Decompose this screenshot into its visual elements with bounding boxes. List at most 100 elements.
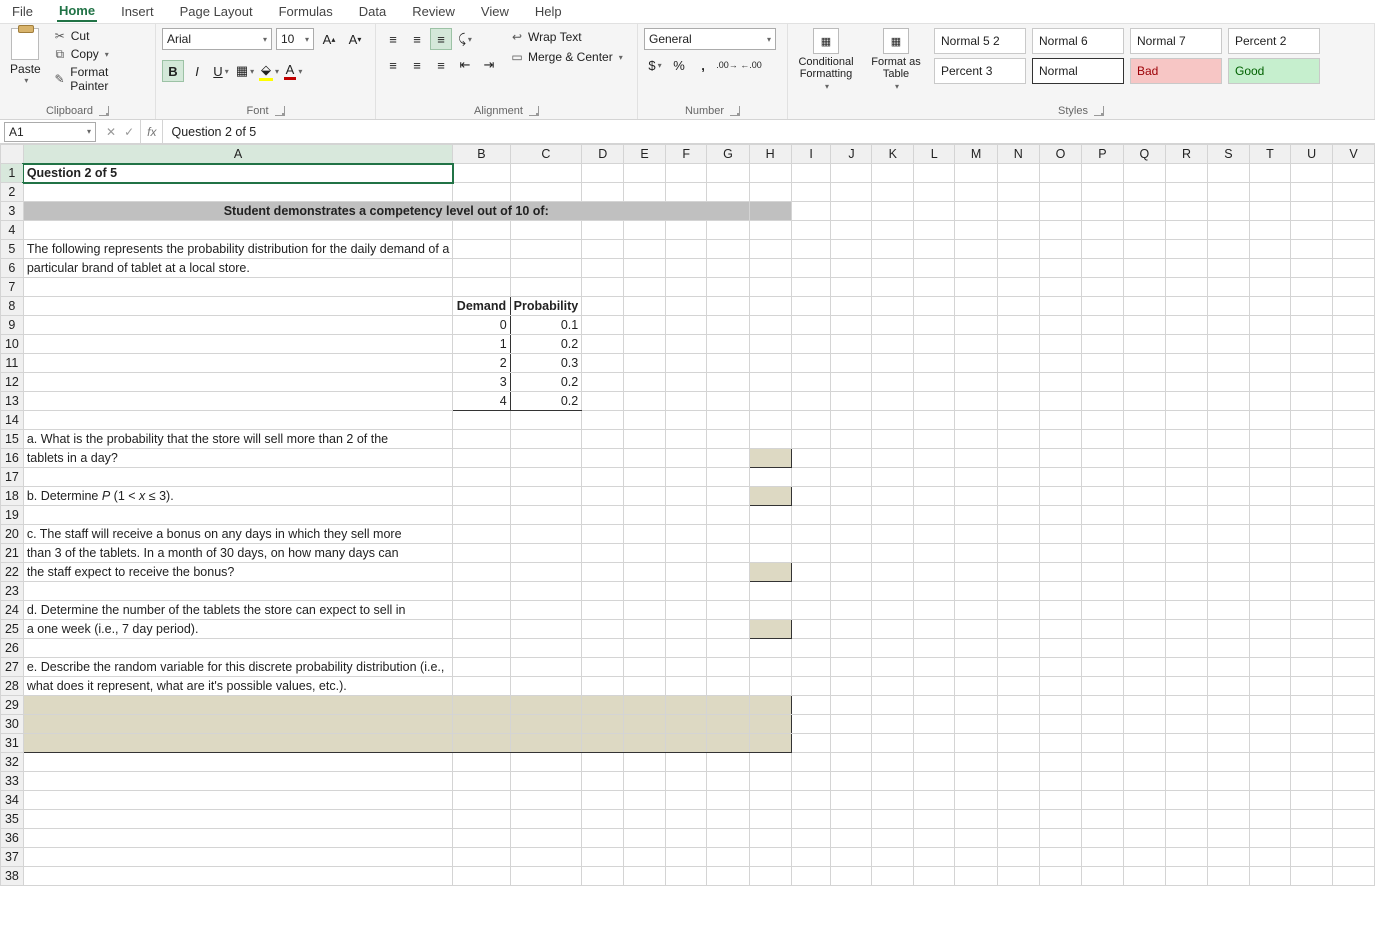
cell-I31[interactable] (791, 734, 831, 753)
cell-B28[interactable] (453, 677, 510, 696)
cell-O1[interactable] (1039, 164, 1081, 183)
cell-O27[interactable] (1039, 658, 1081, 677)
cell-D18[interactable] (582, 487, 624, 506)
cell-H3[interactable] (749, 202, 791, 221)
cell-Q37[interactable] (1123, 848, 1165, 867)
cell-M8[interactable] (955, 297, 998, 316)
cell-B2[interactable] (453, 183, 510, 202)
cell-O37[interactable] (1039, 848, 1081, 867)
cell-D8[interactable] (582, 297, 624, 316)
cell-O29[interactable] (1039, 696, 1081, 715)
cell-M23[interactable] (955, 582, 998, 601)
cell-B4[interactable] (453, 221, 510, 240)
decrease-indent-button[interactable]: ⇤ (454, 54, 476, 76)
cell-H27[interactable] (749, 658, 791, 677)
tab-file[interactable]: File (10, 2, 35, 21)
cell-J7[interactable] (831, 278, 872, 297)
cell-M28[interactable] (955, 677, 998, 696)
cell-D22[interactable] (582, 563, 624, 582)
dialog-launcher-icon[interactable] (99, 106, 109, 116)
cell-U24[interactable] (1291, 601, 1333, 620)
cell-O14[interactable] (1039, 411, 1081, 430)
cell-P27[interactable] (1082, 658, 1124, 677)
cell-N37[interactable] (997, 848, 1039, 867)
cell-E21[interactable] (624, 544, 666, 563)
cell-M7[interactable] (955, 278, 998, 297)
cell-D36[interactable] (582, 829, 624, 848)
cell-P15[interactable] (1082, 430, 1124, 449)
cell-J16[interactable] (831, 449, 872, 468)
cell-E11[interactable] (624, 354, 666, 373)
cell-A5[interactable]: The following represents the probability… (23, 240, 452, 259)
col-header-B[interactable]: B (453, 145, 510, 164)
row-header-6[interactable]: 6 (1, 259, 24, 278)
cell-A28[interactable]: what does it represent, what are it's po… (23, 677, 452, 696)
cell-I12[interactable] (791, 373, 831, 392)
cell-H9[interactable] (749, 316, 791, 335)
cell-G26[interactable] (707, 639, 749, 658)
cell-L10[interactable] (914, 335, 955, 354)
cell-M6[interactable] (955, 259, 998, 278)
row-header-36[interactable]: 36 (1, 829, 24, 848)
cell-H1[interactable] (749, 164, 791, 183)
cell-B21[interactable] (453, 544, 510, 563)
cell-P23[interactable] (1082, 582, 1124, 601)
cell-D7[interactable] (582, 278, 624, 297)
cell-K24[interactable] (872, 601, 914, 620)
cell-D34[interactable] (582, 791, 624, 810)
cell-D17[interactable] (582, 468, 624, 487)
cell-S27[interactable] (1208, 658, 1250, 677)
cell-L22[interactable] (914, 563, 955, 582)
cell-A18[interactable]: b. Determine P (1 < x ≤ 3). (23, 487, 452, 506)
cell-J17[interactable] (831, 468, 872, 487)
cell-T35[interactable] (1249, 810, 1290, 829)
cell-B8[interactable]: Demand (453, 297, 510, 316)
cell-I14[interactable] (791, 411, 831, 430)
cell-K9[interactable] (872, 316, 914, 335)
cell-R2[interactable] (1166, 183, 1208, 202)
cell-T37[interactable] (1249, 848, 1290, 867)
cell-I38[interactable] (791, 867, 831, 886)
row-header-34[interactable]: 34 (1, 791, 24, 810)
cell-N13[interactable] (997, 392, 1039, 411)
cell-M13[interactable] (955, 392, 998, 411)
cell-V1[interactable] (1333, 164, 1375, 183)
cell-U31[interactable] (1291, 734, 1333, 753)
number-format-select[interactable]: General▾ (644, 28, 776, 50)
cell-M4[interactable] (955, 221, 998, 240)
font-size-select[interactable]: 10▾ (276, 28, 314, 50)
cell-C32[interactable] (510, 753, 582, 772)
cell-I23[interactable] (791, 582, 831, 601)
cell-U16[interactable] (1291, 449, 1333, 468)
cell-S31[interactable] (1208, 734, 1250, 753)
cell-G10[interactable] (707, 335, 749, 354)
cell-P33[interactable] (1082, 772, 1124, 791)
cell-C36[interactable] (510, 829, 582, 848)
cell-L8[interactable] (914, 297, 955, 316)
cell-G29[interactable] (707, 696, 749, 715)
style-normal-5-2[interactable]: Normal 5 2 (934, 28, 1026, 54)
cell-R22[interactable] (1166, 563, 1208, 582)
cell-K35[interactable] (872, 810, 914, 829)
cell-P8[interactable] (1082, 297, 1124, 316)
cell-Q14[interactable] (1123, 411, 1165, 430)
cell-T6[interactable] (1249, 259, 1290, 278)
cell-F38[interactable] (665, 867, 706, 886)
cell-R8[interactable] (1166, 297, 1208, 316)
col-header-G[interactable]: G (707, 145, 749, 164)
spreadsheet-grid[interactable]: ABCDEFGHIJKLMNOPQRSTUV1Question 2 of 523… (0, 144, 1375, 950)
cell-A25[interactable]: a one week (i.e., 7 day period). (23, 620, 452, 639)
cell-E37[interactable] (624, 848, 666, 867)
cell-T9[interactable] (1249, 316, 1290, 335)
row-header-30[interactable]: 30 (1, 715, 24, 734)
row-header-28[interactable]: 28 (1, 677, 24, 696)
cell-O12[interactable] (1039, 373, 1081, 392)
cell-D11[interactable] (582, 354, 624, 373)
style-good[interactable]: Good (1228, 58, 1320, 84)
cell-U10[interactable] (1291, 335, 1333, 354)
cell-A11[interactable] (23, 354, 452, 373)
cell-U3[interactable] (1291, 202, 1333, 221)
cell-J26[interactable] (831, 639, 872, 658)
cell-D29[interactable] (582, 696, 624, 715)
cell-U6[interactable] (1291, 259, 1333, 278)
